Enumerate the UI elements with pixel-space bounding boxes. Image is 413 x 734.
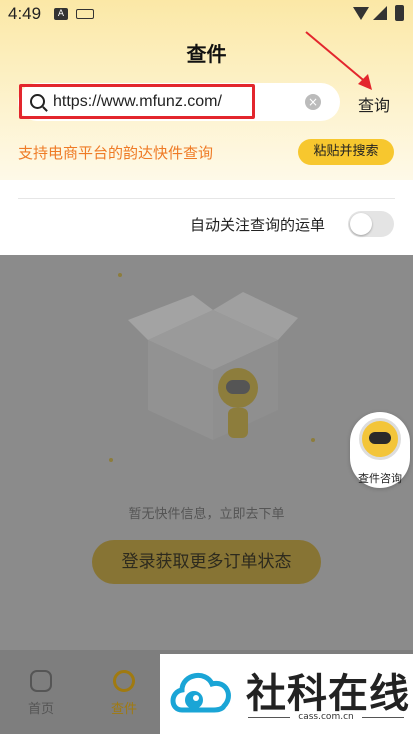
signal-icon	[373, 6, 387, 20]
status-bar: 4:49 A	[0, 0, 413, 30]
clear-icon[interactable]: ×	[305, 94, 321, 110]
mascot-face-icon	[369, 432, 391, 444]
search-input[interactable]	[53, 89, 248, 115]
a-icon: A	[54, 8, 68, 20]
query-button[interactable]: 查询	[358, 92, 390, 116]
watermark-brand: 社科在线	[246, 670, 410, 717]
login-button[interactable]: 登录获取更多订单状态	[92, 540, 321, 584]
search-icon	[30, 94, 45, 109]
status-time: 4:49	[8, 4, 42, 23]
float-consult-label: 查件咨询	[358, 472, 402, 485]
tab-home-label: 首页	[27, 702, 54, 717]
follow-label: 自动关注查询的运单	[190, 216, 326, 234]
empty-box-illustration	[109, 273, 315, 462]
hint-text: 支持电商平台的韵达快件查询	[18, 144, 214, 162]
home-icon	[30, 670, 52, 692]
empty-message: 暂无快件信息，立即去下单	[128, 507, 285, 522]
watermark-line-right	[362, 717, 404, 718]
paste-search-button[interactable]: 粘贴并搜索	[298, 139, 394, 165]
search-tab-icon	[113, 670, 135, 692]
keyboard-icon	[76, 9, 94, 19]
tab-search-label: 查件	[110, 702, 137, 717]
divider	[18, 198, 395, 199]
toggle-knob	[350, 213, 372, 235]
battery-icon	[395, 5, 404, 21]
watermark-logo-icon	[170, 673, 231, 713]
wifi-icon	[353, 7, 369, 20]
